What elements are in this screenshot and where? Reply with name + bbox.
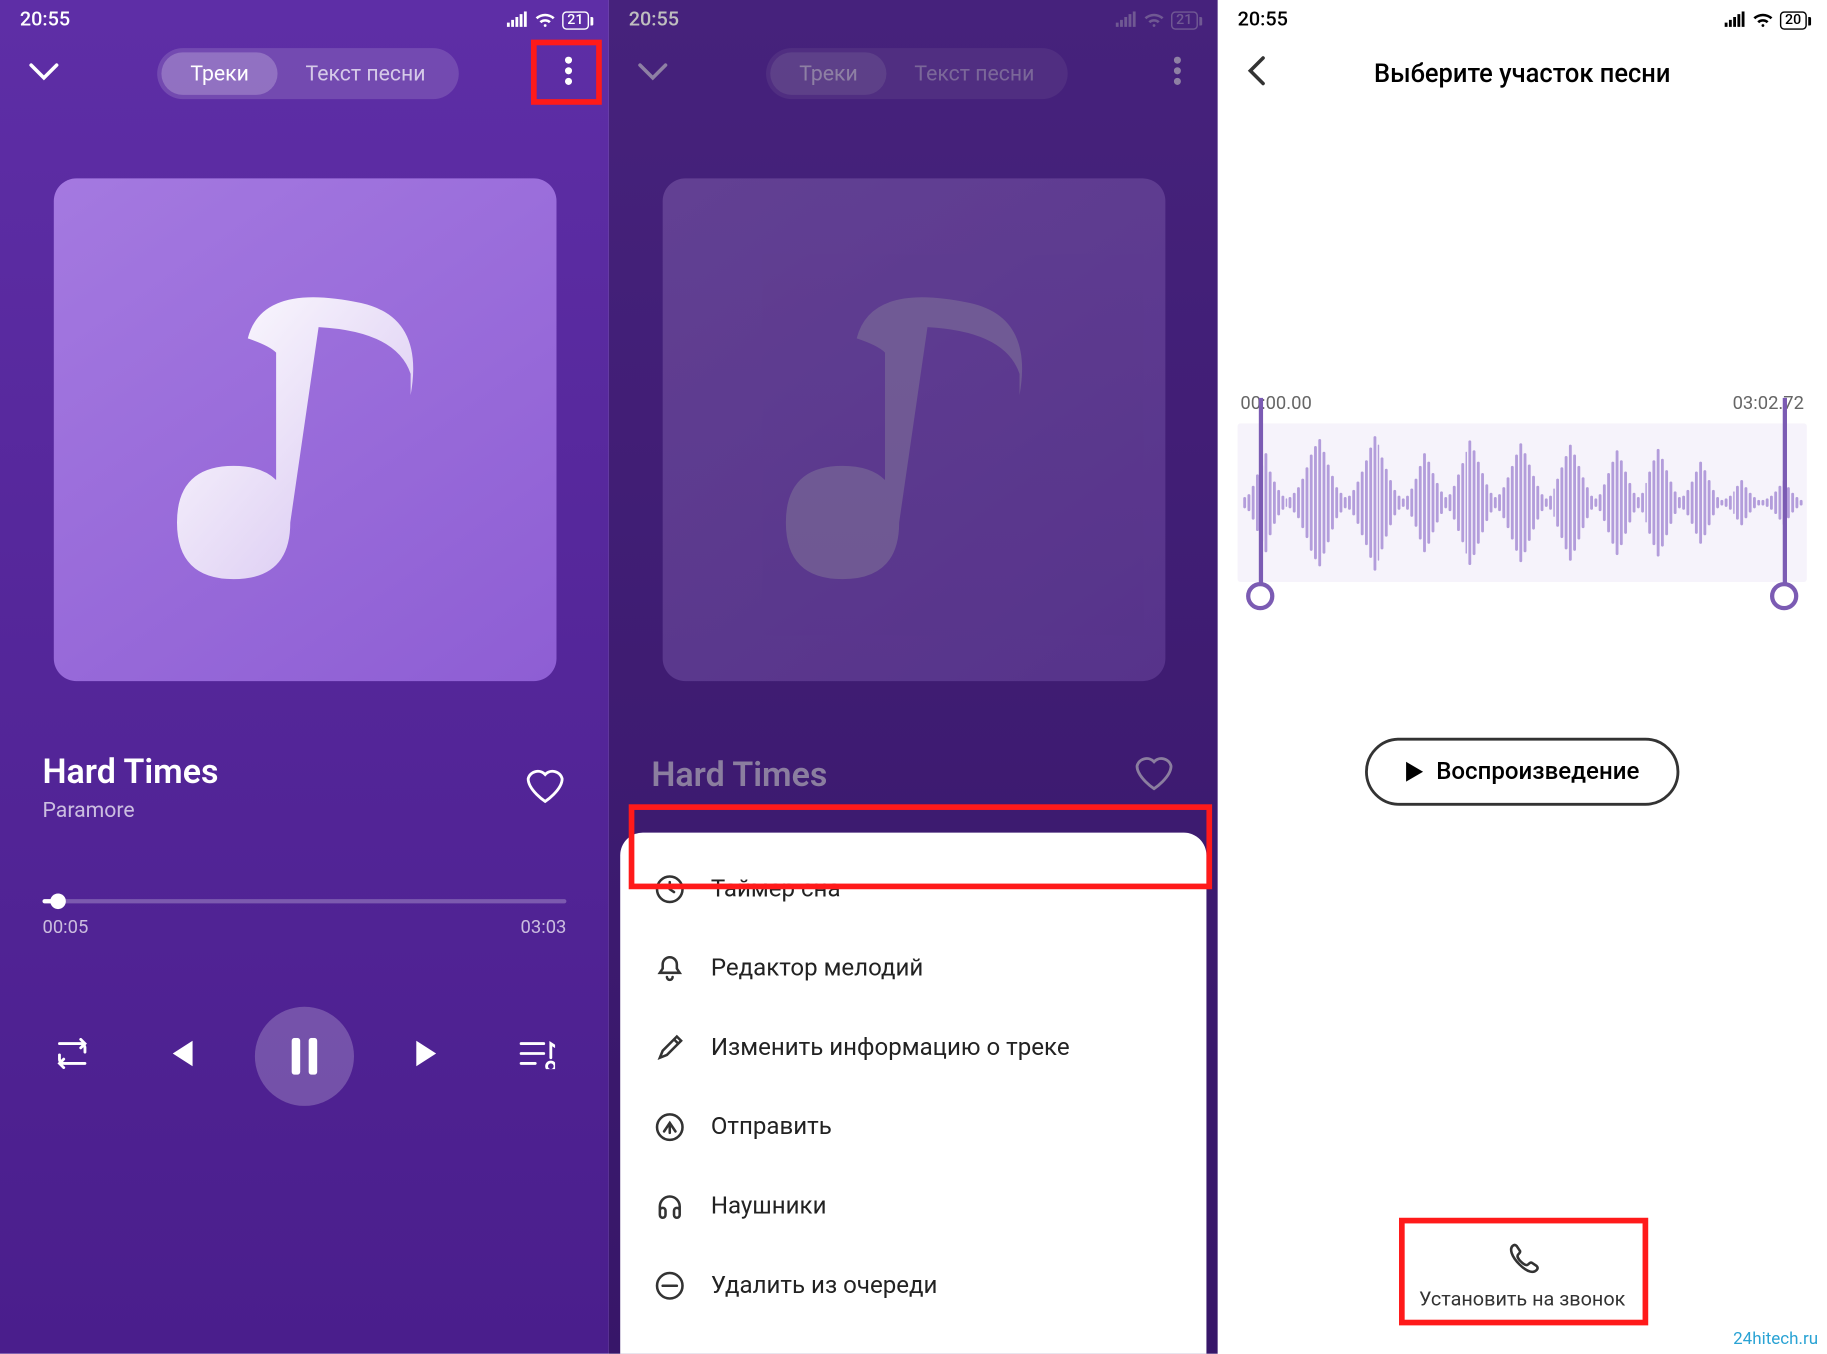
signal-icon [1723, 11, 1746, 28]
back-button[interactable] [1240, 50, 1271, 98]
trim-handle-right[interactable] [1770, 398, 1798, 610]
menu-edit-info[interactable]: Изменить информацию о треке [620, 1008, 1206, 1087]
editor-title: Выберите участок песни [1374, 59, 1670, 89]
status-bar: 20:55 20 [1218, 0, 1827, 40]
previous-button[interactable] [150, 1027, 207, 1086]
next-button[interactable] [402, 1027, 459, 1086]
album-art [53, 178, 556, 681]
share-icon [654, 1112, 685, 1143]
song-titles: Hard Times Paramore [42, 752, 218, 823]
tab-lyrics[interactable]: Текст песни [277, 52, 454, 94]
queue-button[interactable] [507, 1027, 566, 1086]
waveform[interactable] [1238, 423, 1807, 582]
progress-area: 00:05 03:03 [0, 823, 609, 939]
screen-player: 20:55 21 Треки Текст песни Hard Times Pa… [0, 0, 609, 1354]
time-elapsed: 00:05 [42, 918, 88, 939]
progress-bar[interactable] [42, 899, 566, 903]
menu-headphones[interactable]: Наушники [620, 1167, 1206, 1246]
play-button-wrap: Воспроизведение [1218, 738, 1827, 806]
trim-handle-left[interactable] [1246, 398, 1274, 610]
headphones-icon [654, 1191, 685, 1222]
wifi-icon [1751, 11, 1774, 28]
phone-icon [1502, 1240, 1542, 1280]
waveform-area: 00:00.00 03:02.72 [1218, 108, 1827, 582]
pause-button[interactable] [255, 1007, 354, 1106]
menu-remove-queue[interactable]: Удалить из очереди [620, 1246, 1206, 1325]
menu-send[interactable]: Отправить [620, 1087, 1206, 1166]
battery-icon: 21 [562, 11, 589, 29]
progress-thumb[interactable] [50, 893, 66, 909]
more-options-button[interactable] [548, 42, 589, 104]
status-right: 21 [505, 11, 589, 29]
top-nav: Треки Текст песни [0, 40, 609, 108]
options-sheet: Таймер сна Редактор мелодий Изменить инф… [620, 833, 1206, 1354]
status-time: 20:55 [1238, 8, 1288, 31]
progress-times: 00:05 03:03 [42, 918, 566, 939]
editor-header: Выберите участок песни [1218, 40, 1827, 108]
status-bar: 20:55 21 [0, 0, 609, 40]
waveform-times: 00:00.00 03:02.72 [1238, 394, 1807, 415]
player-controls [0, 939, 609, 1106]
play-icon [1405, 760, 1425, 783]
signal-icon [505, 11, 528, 28]
play-button[interactable]: Воспроизведение [1365, 738, 1679, 806]
pencil-icon [654, 1032, 685, 1063]
favorite-button[interactable] [524, 765, 566, 810]
battery-icon: 20 [1779, 11, 1806, 29]
menu-ringtone-editor[interactable]: Редактор мелодий [620, 929, 1206, 1008]
status-right: 20 [1723, 11, 1807, 29]
tab-switcher: Треки Текст песни [82, 48, 534, 99]
screen-player-menu: 20:55 21 Треки Текст песни Hard Times [609, 0, 1218, 1354]
time-total: 03:03 [521, 918, 567, 939]
status-time: 20:55 [20, 8, 70, 31]
song-title-row: Hard Times Paramore [0, 709, 609, 822]
minus-circle-icon [654, 1270, 685, 1301]
album-art-wrap [0, 108, 609, 710]
watermark: 24hitech.ru [1733, 1328, 1818, 1348]
music-note-icon [163, 267, 446, 593]
screen-ringtone-editor: 20:55 20 Выберите участок песни 00:00.00… [1218, 0, 1827, 1354]
song-artist: Paramore [42, 797, 218, 822]
set-ringtone-button[interactable]: Установить на звонок [1419, 1240, 1625, 1311]
wifi-icon [533, 11, 556, 28]
repeat-button[interactable] [42, 1027, 101, 1086]
collapse-button[interactable] [20, 52, 68, 96]
tab-tracks[interactable]: Треки [162, 52, 277, 94]
clock-icon [654, 874, 685, 905]
bell-icon [654, 953, 685, 984]
song-title: Hard Times [42, 752, 218, 792]
menu-sleep-timer[interactable]: Таймер сна [620, 850, 1206, 929]
